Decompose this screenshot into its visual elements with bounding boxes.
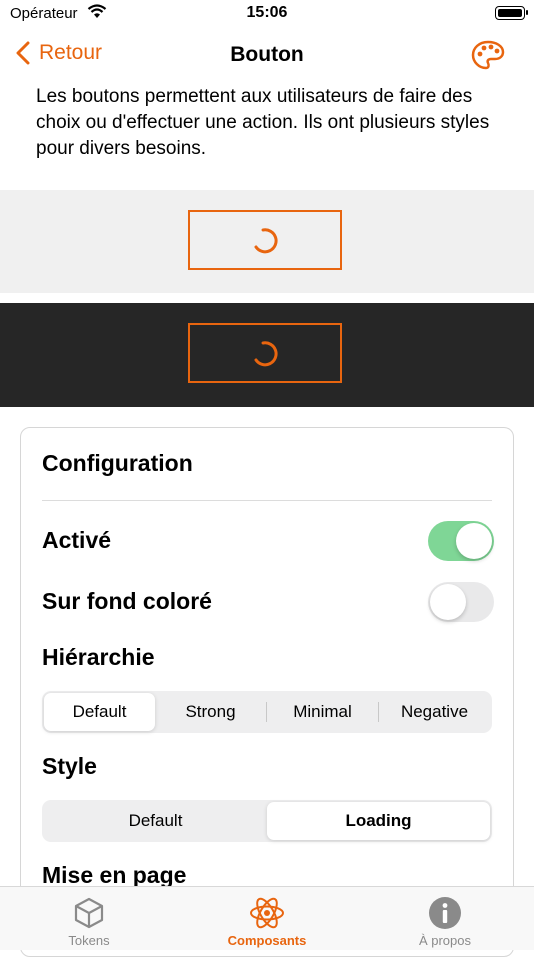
spinner-icon	[254, 228, 278, 254]
status-bar: Opérateur 15:06	[0, 0, 534, 30]
battery-icon	[495, 6, 528, 20]
tab-tokens-label: Tokens	[68, 933, 110, 948]
atom-icon	[250, 897, 284, 929]
on-colored-label: Sur fond coloré	[42, 588, 212, 614]
style-segmented-control: Default Loading	[42, 800, 492, 842]
spinner-icon	[254, 341, 278, 367]
cube-icon	[74, 897, 104, 929]
enabled-toggle[interactable]	[428, 521, 494, 561]
preview-light-background	[0, 190, 534, 293]
enabled-label: Activé	[42, 527, 112, 553]
tab-components-label: Composants	[227, 933, 307, 948]
configuration-card: Configuration Activé Sur fond coloré Hié…	[20, 427, 514, 957]
style-option-loading[interactable]: Loading	[267, 802, 490, 840]
navigation-bar: Retour Bouton	[0, 34, 534, 78]
hierarchy-option-negative[interactable]: Negative	[379, 693, 490, 731]
hierarchy-label: Hiérarchie	[42, 644, 155, 670]
info-icon	[429, 897, 461, 929]
layout-label: Mise en page	[42, 862, 187, 888]
hierarchy-option-default[interactable]: Default	[44, 693, 155, 731]
style-label: Style	[42, 753, 97, 779]
loading-button-light[interactable]	[188, 210, 342, 270]
configuration-title: Configuration	[42, 450, 193, 476]
tab-bar: Tokens Composants À propos	[0, 886, 534, 950]
palette-icon[interactable]	[470, 39, 506, 71]
preview-dark-background	[0, 303, 534, 407]
page-title: Bouton	[230, 43, 304, 66]
hierarchy-option-strong[interactable]: Strong	[155, 693, 266, 731]
hierarchy-option-minimal[interactable]: Minimal	[267, 693, 378, 731]
divider	[42, 500, 492, 501]
loading-button-dark[interactable]	[188, 323, 342, 383]
tab-about-label: À propos	[418, 933, 472, 948]
style-option-default[interactable]: Default	[44, 802, 267, 840]
description-text: Les boutons permettent aux utilisateurs …	[36, 86, 490, 159]
hierarchy-segmented-control: Default Strong Minimal Negative	[42, 691, 492, 733]
tab-components[interactable]: Composants	[178, 887, 356, 950]
tab-tokens[interactable]: Tokens	[0, 887, 178, 950]
tab-about[interactable]: À propos	[356, 887, 534, 950]
clock: 15:06	[246, 4, 288, 21]
on-colored-toggle[interactable]	[428, 582, 494, 622]
